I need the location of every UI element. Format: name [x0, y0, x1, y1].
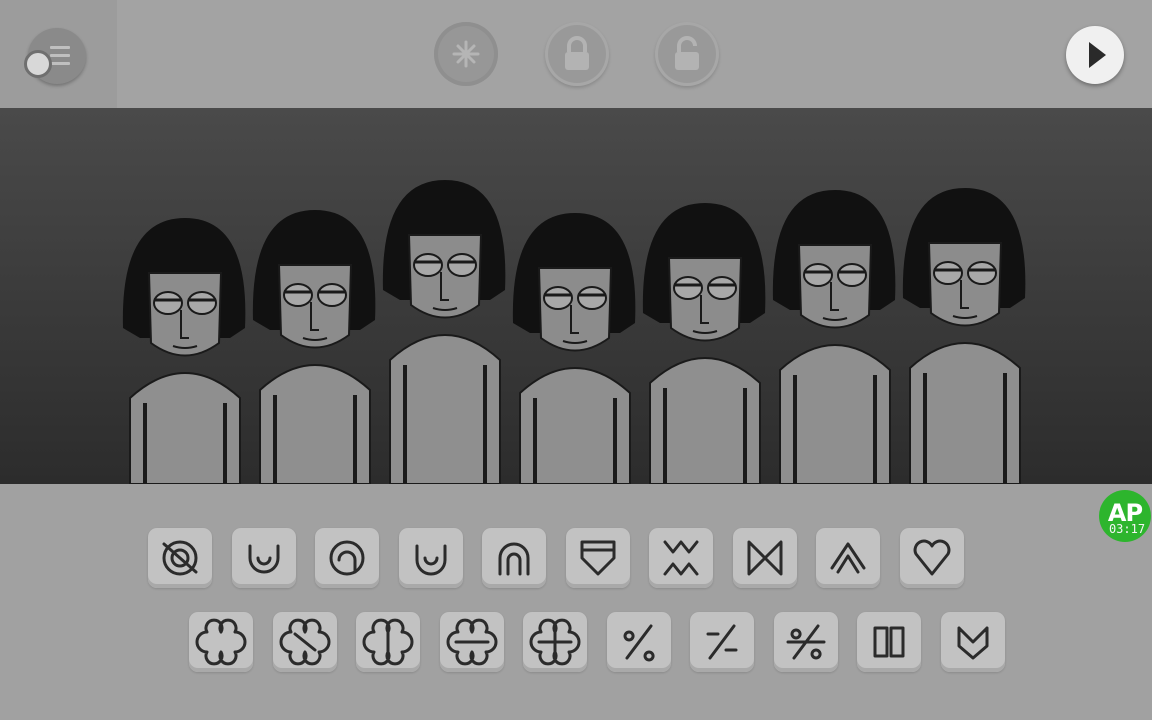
spark-burst-icon[interactable]	[649, 528, 713, 588]
arch-icon	[498, 542, 530, 576]
top-toolbar	[0, 0, 1152, 108]
horseshoe-icon	[248, 544, 279, 574]
character-stage	[0, 108, 1152, 484]
diamond-arrow-icon	[830, 542, 866, 574]
percent-3-icon	[786, 624, 825, 660]
lock-button-2[interactable]	[655, 22, 719, 86]
lock-button-1[interactable]	[545, 22, 609, 86]
horseshoe-icon[interactable]	[231, 528, 296, 588]
parallel-bars-icon	[873, 626, 905, 658]
percent-2-icon	[706, 624, 738, 660]
heart-knot-icon	[913, 539, 950, 576]
character-7[interactable]	[902, 188, 1026, 484]
clover-5-icon	[529, 618, 581, 666]
toggle-knob[interactable]	[24, 50, 52, 78]
heart-shield-icon[interactable]	[940, 612, 1005, 672]
parallel-bars-icon[interactable]	[857, 612, 921, 672]
heart-shield-icon	[957, 626, 988, 660]
sparkle-icon	[452, 40, 480, 68]
target-icon	[162, 540, 198, 576]
hamburger-icon	[50, 46, 70, 70]
character-1[interactable]	[122, 218, 246, 484]
bowtie-icon[interactable]	[732, 528, 797, 588]
characters	[122, 180, 1026, 484]
clover-5-icon[interactable]	[523, 612, 587, 672]
clover-3-icon	[362, 618, 414, 666]
play-button[interactable]	[1066, 26, 1124, 84]
percent-1-icon[interactable]	[606, 612, 671, 672]
spiral-target-icon[interactable]	[315, 528, 379, 588]
percent-1-icon	[623, 624, 655, 662]
clover-1-icon[interactable]	[189, 612, 253, 672]
clover-2-icon[interactable]	[272, 612, 337, 672]
percent-3-icon[interactable]	[773, 612, 838, 672]
sound-icon-tray	[0, 484, 1152, 720]
character-4[interactable]	[512, 213, 636, 484]
heart-knot-icon[interactable]	[899, 528, 964, 588]
diamond-arrow-icon[interactable]	[816, 528, 880, 588]
shield-ring-icon[interactable]	[398, 528, 463, 588]
arch-icon[interactable]	[482, 528, 546, 588]
clover-4-icon[interactable]	[439, 612, 504, 672]
unlock-icon	[675, 36, 699, 70]
play-icon	[1089, 42, 1106, 68]
bowtie-icon	[747, 540, 782, 576]
bonus-button[interactable]	[434, 22, 498, 86]
percent-2-icon[interactable]	[690, 612, 754, 672]
flag-icon	[580, 540, 615, 576]
flag-icon[interactable]	[565, 528, 630, 588]
spiral-target-icon	[329, 540, 365, 576]
menu-button[interactable]	[24, 28, 86, 84]
clover-1-icon	[195, 618, 247, 666]
character-2[interactable]	[252, 210, 376, 484]
spark-burst-icon	[663, 540, 699, 576]
target-icon[interactable]	[148, 528, 212, 588]
clover-3-icon[interactable]	[356, 612, 420, 672]
character-6[interactable]	[772, 190, 896, 484]
shield-ring-icon	[415, 544, 446, 576]
lock-icon	[565, 36, 589, 70]
clover-2-icon	[279, 618, 330, 666]
character-5[interactable]	[642, 203, 766, 484]
clover-4-icon	[446, 618, 497, 666]
ap-timer: 03:17	[1108, 522, 1146, 536]
character-3[interactable]	[382, 180, 506, 484]
